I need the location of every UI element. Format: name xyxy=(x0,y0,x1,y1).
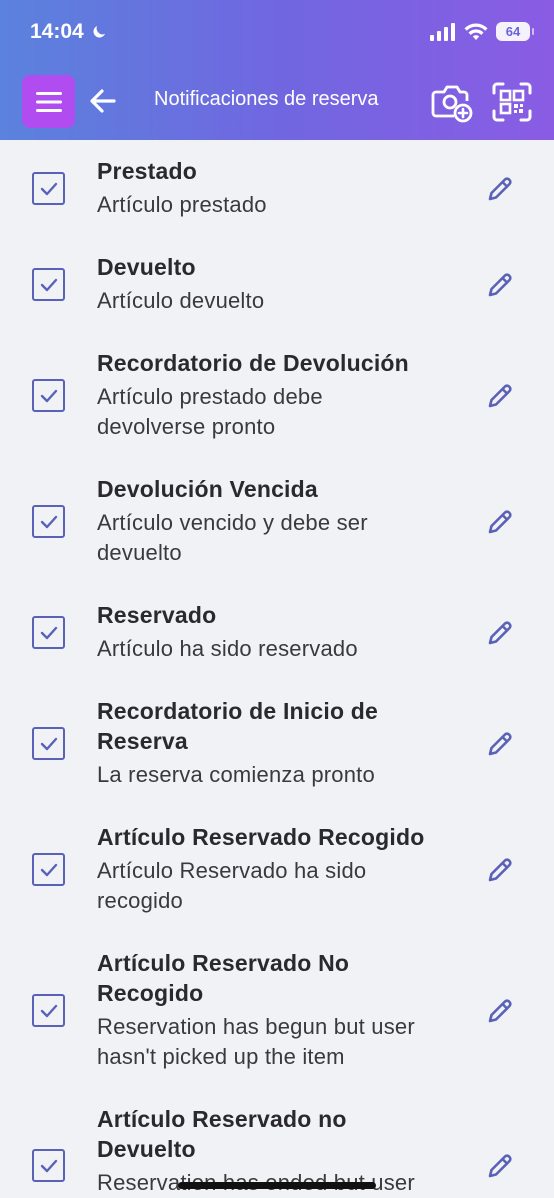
item-title: Reservado xyxy=(97,602,217,628)
check-icon xyxy=(40,278,57,291)
pencil-icon xyxy=(488,621,512,645)
check-icon xyxy=(40,863,57,876)
list-item: Recordatorio de Inicio de Reserva La res… xyxy=(0,696,554,806)
check-icon xyxy=(40,737,57,750)
pencil-icon xyxy=(488,510,512,534)
checkbox[interactable] xyxy=(32,1149,65,1182)
item-title: Artículo Reservado Recogido xyxy=(97,824,425,850)
edit-button[interactable] xyxy=(485,855,515,885)
item-description: Reservation has begun but user hasn't pi… xyxy=(97,1014,415,1069)
check-icon xyxy=(40,182,57,195)
status-bar: 14:04 64 xyxy=(0,0,554,68)
list-item: Artículo Reservado No Recogido Reservati… xyxy=(0,948,554,1088)
pencil-icon xyxy=(488,177,512,201)
item-title: Recordatorio de Devolución xyxy=(97,350,409,376)
checkbox[interactable] xyxy=(32,853,65,886)
edit-button[interactable] xyxy=(485,1151,515,1181)
list-item: Devolución Vencida Artículo vencido y de… xyxy=(0,474,554,584)
item-title: Prestado xyxy=(97,158,198,184)
item-description: Artículo ha sido reservado xyxy=(97,636,358,661)
battery-icon: 64 xyxy=(496,22,534,41)
list-item: Devuelto Artículo devuelto xyxy=(0,252,554,332)
item-title: Artículo Reservado no Devuelto xyxy=(97,1106,347,1162)
item-title: Recordatorio de Inicio de Reserva xyxy=(97,698,379,754)
back-arrow-icon xyxy=(90,89,116,113)
item-title: Devuelto xyxy=(97,254,196,280)
item-title: Artículo Reservado No Recogido xyxy=(97,950,350,1006)
edit-button[interactable] xyxy=(485,507,515,537)
edit-button[interactable] xyxy=(485,729,515,759)
status-time-text: 14:04 xyxy=(30,20,84,43)
checkbox[interactable] xyxy=(32,616,65,649)
list-item: Artículo Reservado Recogido Artículo Res… xyxy=(0,822,554,932)
camera-add-icon xyxy=(431,85,473,123)
pencil-icon xyxy=(488,999,512,1023)
pencil-icon xyxy=(488,858,512,882)
qr-scan-button[interactable] xyxy=(490,80,534,124)
check-icon xyxy=(40,389,57,402)
pencil-icon xyxy=(488,732,512,756)
notification-list: Prestado Artículo prestado Devuelto Artí… xyxy=(0,140,554,1198)
check-icon xyxy=(40,1159,57,1172)
wifi-icon xyxy=(464,22,488,40)
add-photo-button[interactable] xyxy=(430,80,474,124)
home-indicator[interactable] xyxy=(178,1182,376,1189)
menu-icon xyxy=(35,91,62,112)
edit-button[interactable] xyxy=(485,270,515,300)
qr-scan-icon xyxy=(492,82,532,122)
checkbox[interactable] xyxy=(32,505,65,538)
check-icon xyxy=(40,626,57,639)
page-title: Notificaciones de reserva xyxy=(154,88,379,110)
edit-button[interactable] xyxy=(485,381,515,411)
list-item: Recordatorio de Devolución Artículo pres… xyxy=(0,348,554,458)
list-item: Prestado Artículo prestado xyxy=(0,156,554,236)
checkbox[interactable] xyxy=(32,379,65,412)
menu-button[interactable] xyxy=(22,75,75,128)
moon-icon xyxy=(93,26,105,38)
battery-level: 64 xyxy=(505,24,521,39)
check-icon xyxy=(40,515,57,528)
item-description: Artículo devuelto xyxy=(97,288,265,313)
item-description: Artículo prestado debe devolverse pronto xyxy=(97,384,323,439)
check-icon xyxy=(40,1004,57,1017)
checkbox[interactable] xyxy=(32,727,65,760)
checkbox[interactable] xyxy=(32,172,65,205)
status-time: 14:04 xyxy=(30,20,108,44)
toolbar: Notificaciones de reserva xyxy=(0,74,554,130)
item-description: Artículo vencido y debe ser devuelto xyxy=(97,510,368,565)
item-description: Artículo prestado xyxy=(97,192,267,217)
back-button[interactable] xyxy=(88,86,118,116)
checkbox[interactable] xyxy=(32,268,65,301)
pencil-icon xyxy=(488,384,512,408)
pencil-icon xyxy=(488,1154,512,1178)
item-title: Devolución Vencida xyxy=(97,476,318,502)
status-icons: 64 xyxy=(430,22,534,41)
item-description: Artículo Reservado ha sido recogido xyxy=(97,858,367,913)
signal-icon xyxy=(430,22,455,41)
list-item: Reservado Artículo ha sido reservado xyxy=(0,600,554,680)
item-description: La reserva comienza pronto xyxy=(97,762,375,787)
checkbox[interactable] xyxy=(32,994,65,1027)
pencil-icon xyxy=(488,273,512,297)
edit-button[interactable] xyxy=(485,996,515,1026)
app-header: 14:04 64 Notificaciones de reserva xyxy=(0,0,554,140)
edit-button[interactable] xyxy=(485,618,515,648)
edit-button[interactable] xyxy=(485,174,515,204)
